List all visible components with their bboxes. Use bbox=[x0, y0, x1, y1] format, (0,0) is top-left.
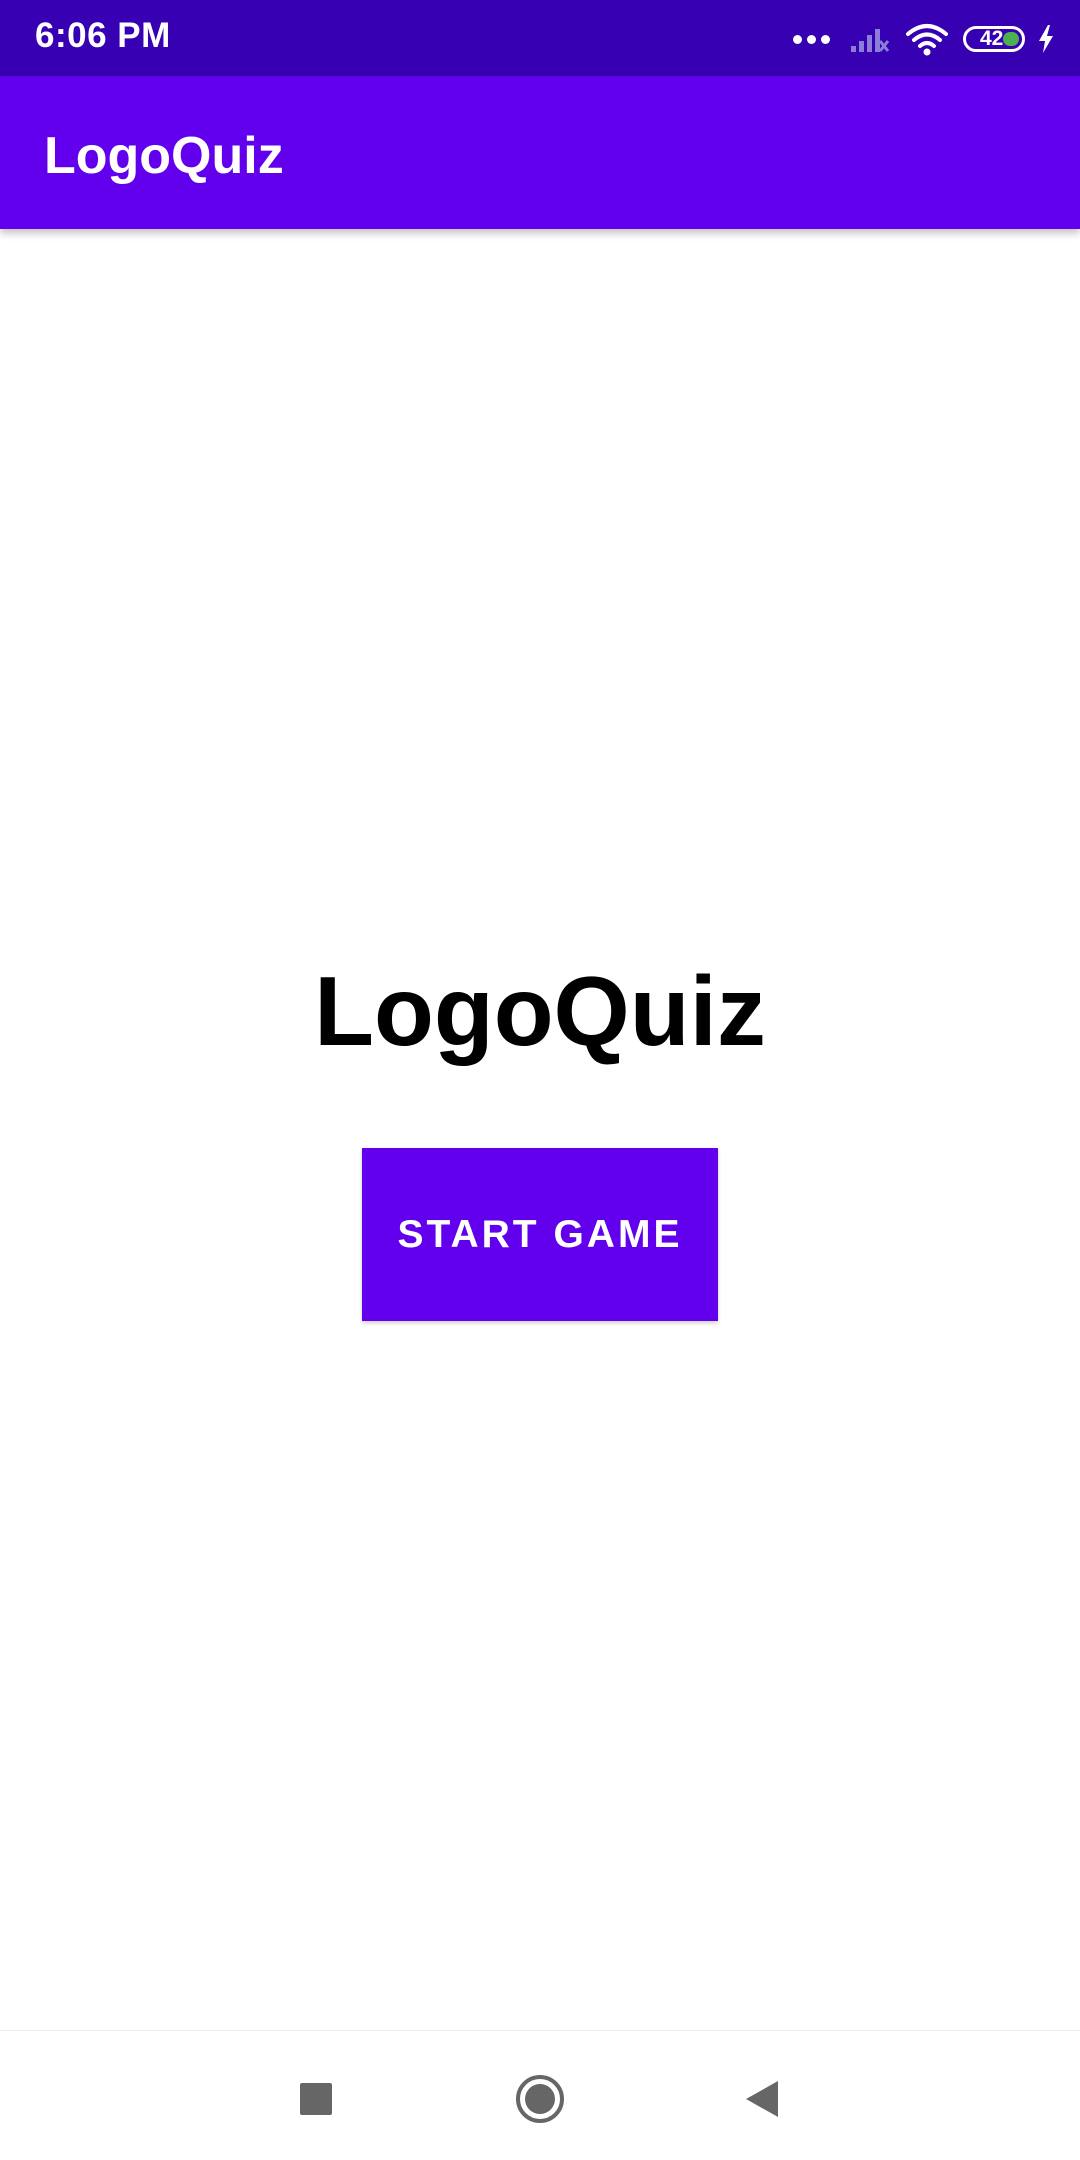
status-icons: 42 bbox=[793, 18, 1055, 60]
cell-signal-icon bbox=[851, 29, 889, 52]
recent-apps-button[interactable] bbox=[288, 2071, 344, 2127]
wifi-icon bbox=[906, 24, 948, 56]
recent-apps-icon bbox=[300, 2083, 332, 2115]
app-bar: LogoQuiz bbox=[0, 76, 1080, 229]
battery-level-text: 42 bbox=[980, 27, 1004, 50]
status-time: 6:06 PM bbox=[35, 16, 171, 55]
home-icon bbox=[516, 2075, 564, 2123]
back-button[interactable] bbox=[734, 2071, 790, 2127]
screen: 6:06 PM 42 LogoQuiz LogoQuiz START GAME bbox=[0, 0, 1080, 2160]
status-bar: 6:06 PM 42 bbox=[0, 0, 1080, 76]
battery-icon: 42 bbox=[963, 26, 1025, 52]
home-button[interactable] bbox=[512, 2071, 568, 2127]
page-title: LogoQuiz bbox=[314, 956, 766, 1066]
back-icon bbox=[746, 2081, 778, 2117]
navigation-bar bbox=[0, 2030, 1080, 2160]
start-game-button[interactable]: START GAME bbox=[362, 1148, 718, 1321]
app-bar-title: LogoQuiz bbox=[44, 127, 284, 185]
more-notifications-icon bbox=[793, 34, 835, 44]
charging-icon bbox=[1039, 25, 1053, 53]
